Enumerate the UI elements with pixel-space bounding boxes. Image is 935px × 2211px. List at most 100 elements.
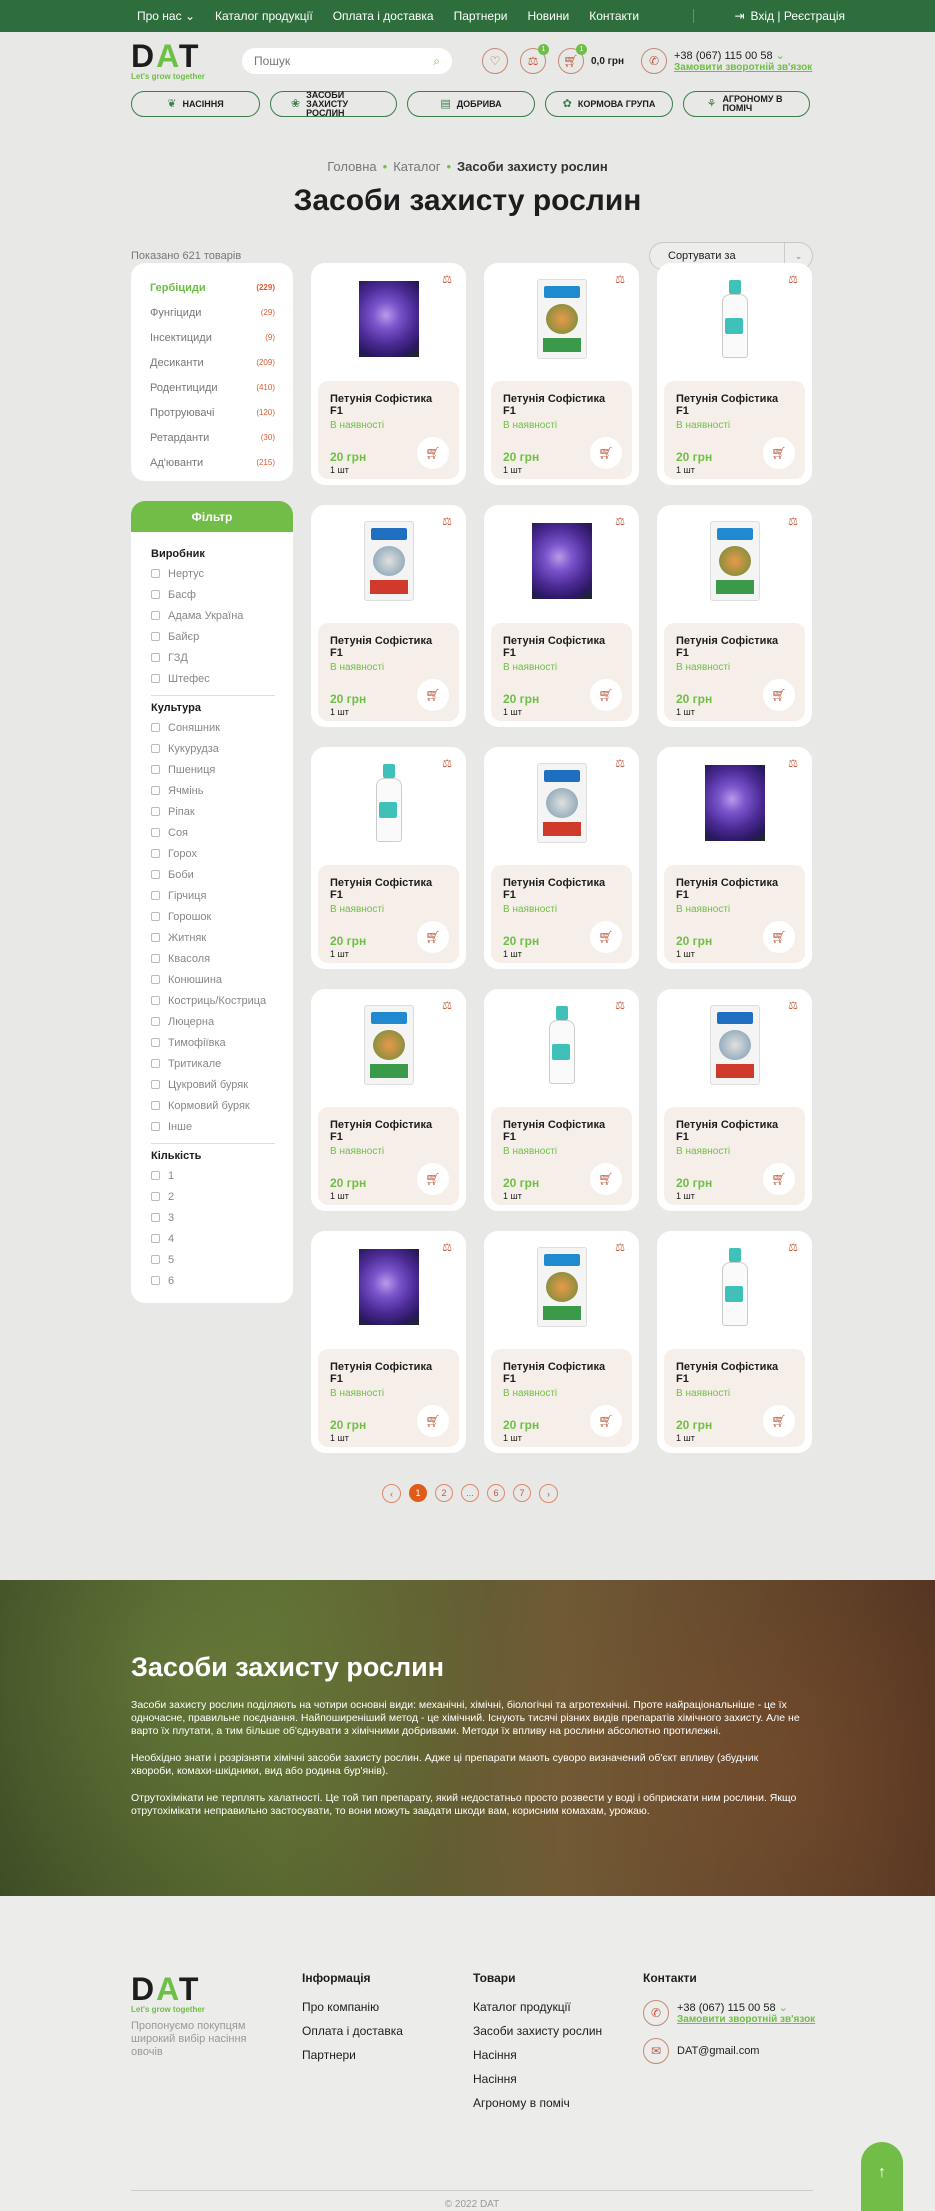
- sidebar-category-item[interactable]: Родентициди (410): [150, 375, 275, 400]
- page-button[interactable]: 7: [513, 1484, 531, 1502]
- checkbox[interactable]: [151, 674, 160, 683]
- product-name[interactable]: Петунія Софістика F1: [676, 393, 793, 417]
- checkbox[interactable]: [151, 1101, 160, 1110]
- filter-option[interactable]: Кукурудза: [151, 738, 275, 759]
- footer-link[interactable]: Партнери: [302, 2048, 403, 2062]
- checkbox[interactable]: [151, 870, 160, 879]
- compare-icon[interactable]: ⚖: [442, 515, 452, 528]
- compare-icon[interactable]: ⚖: [615, 273, 625, 286]
- filter-option[interactable]: 2: [151, 1186, 275, 1207]
- favorites-button[interactable]: ♡: [482, 48, 508, 74]
- checkbox[interactable]: [151, 807, 160, 816]
- page-button[interactable]: ...: [461, 1484, 479, 1502]
- product-card[interactable]: ⚖ Петунія Софістика F1 В наявності 20 грн 1 …: [311, 989, 466, 1211]
- add-to-cart-button[interactable]: 🛒︎: [417, 921, 449, 953]
- checkbox[interactable]: [151, 1059, 160, 1068]
- product-image[interactable]: [356, 521, 421, 601]
- page-button[interactable]: 1: [409, 1484, 427, 1502]
- product-name[interactable]: Петунія Софістика F1: [503, 1361, 620, 1385]
- footer-link[interactable]: Каталог продукції: [473, 2000, 602, 2014]
- next-page-button[interactable]: ›: [539, 1484, 558, 1503]
- add-to-cart-button[interactable]: 🛒︎: [590, 437, 622, 469]
- product-card[interactable]: ⚖ Петунія Софістика F1 В наявності 20 грн 1 …: [311, 1231, 466, 1453]
- page-button[interactable]: 6: [487, 1484, 505, 1502]
- checkbox[interactable]: [151, 765, 160, 774]
- checkbox[interactable]: [151, 653, 160, 662]
- product-image[interactable]: [702, 763, 767, 843]
- checkbox[interactable]: [151, 1038, 160, 1047]
- category-feed[interactable]: ✿ Кормова група: [545, 91, 673, 117]
- filter-option[interactable]: Конюшина: [151, 969, 275, 990]
- checkbox[interactable]: [151, 996, 160, 1005]
- product-image[interactable]: [356, 1005, 421, 1085]
- product-card[interactable]: ⚖ Петунія Софістика F1 В наявності 20 грн 1 …: [657, 1231, 812, 1453]
- filter-option[interactable]: Житняк: [151, 927, 275, 948]
- checkbox[interactable]: [151, 1234, 160, 1243]
- product-card[interactable]: ⚖ Петунія Софістика F1 В наявності 20 грн 1 …: [311, 505, 466, 727]
- checkbox[interactable]: [151, 744, 160, 753]
- filter-option[interactable]: Пшениця: [151, 759, 275, 780]
- product-name[interactable]: Петунія Софістика F1: [676, 635, 793, 659]
- sidebar-category-item[interactable]: Фунгіциди (29): [150, 300, 275, 325]
- filter-option[interactable]: Штефес: [151, 668, 275, 689]
- category-agronomist[interactable]: ⚘ Агроному в поміч: [683, 91, 810, 117]
- checkbox[interactable]: [151, 1171, 160, 1180]
- product-image[interactable]: [529, 1005, 594, 1085]
- checkbox[interactable]: [151, 912, 160, 921]
- footer-phone-number[interactable]: +38 (067) 115 00 58 ⌄: [677, 2001, 815, 2014]
- checkbox[interactable]: [151, 1213, 160, 1222]
- product-card[interactable]: ⚖ Петунія Софістика F1 В наявності 20 грн 1 …: [657, 989, 812, 1211]
- filter-option[interactable]: Люцерна: [151, 1011, 275, 1032]
- checkbox[interactable]: [151, 590, 160, 599]
- add-to-cart-button[interactable]: 🛒︎: [590, 1405, 622, 1437]
- filter-option[interactable]: Соя: [151, 822, 275, 843]
- filter-option[interactable]: Інше: [151, 1116, 275, 1137]
- product-name[interactable]: Петунія Софістика F1: [503, 393, 620, 417]
- footer-logo[interactable]: DAT Let's grow together: [131, 1973, 226, 2014]
- sidebar-category-item[interactable]: Інсектициди (9): [150, 325, 275, 350]
- filter-option[interactable]: Байєр: [151, 626, 275, 647]
- logo[interactable]: DAT Let's grow together: [131, 40, 226, 81]
- category-fertilizers[interactable]: ▤ Добрива: [407, 91, 535, 117]
- compare-icon[interactable]: ⚖: [615, 515, 625, 528]
- prev-page-button[interactable]: ‹: [382, 1484, 401, 1503]
- filter-option[interactable]: Костриць/Кострица: [151, 990, 275, 1011]
- product-card[interactable]: ⚖ Петунія Софістика F1 В наявності 20 грн 1 …: [484, 505, 639, 727]
- product-image[interactable]: [702, 1005, 767, 1085]
- product-name[interactable]: Петунія Софістика F1: [330, 635, 447, 659]
- product-name[interactable]: Петунія Софістика F1: [503, 1119, 620, 1143]
- filter-option[interactable]: 6: [151, 1270, 275, 1291]
- login-link[interactable]: ⇥ Вхід | Реєстрація: [693, 9, 845, 23]
- product-name[interactable]: Петунія Софістика F1: [330, 1119, 447, 1143]
- product-name[interactable]: Петунія Софістика F1: [503, 877, 620, 901]
- product-image[interactable]: [356, 1247, 421, 1327]
- checkbox[interactable]: [151, 828, 160, 837]
- product-image[interactable]: [529, 1247, 594, 1327]
- compare-icon[interactable]: ⚖: [442, 999, 452, 1012]
- nav-payment[interactable]: Оплата і доставка: [333, 9, 434, 23]
- product-image[interactable]: [702, 521, 767, 601]
- checkbox[interactable]: [151, 632, 160, 641]
- product-card[interactable]: ⚖ Петунія Софістика F1 В наявності 20 грн 1 …: [484, 747, 639, 969]
- checkbox[interactable]: [151, 723, 160, 732]
- compare-icon[interactable]: ⚖: [615, 999, 625, 1012]
- compare-icon[interactable]: ⚖: [788, 273, 798, 286]
- product-name[interactable]: Петунія Софістика F1: [676, 1119, 793, 1143]
- filter-option[interactable]: Горошок: [151, 906, 275, 927]
- product-image[interactable]: [702, 1247, 767, 1327]
- breadcrumb-catalog[interactable]: Каталог: [393, 159, 440, 174]
- breadcrumb-home[interactable]: Головна: [327, 159, 376, 174]
- filter-option[interactable]: Тимофіївка: [151, 1032, 275, 1053]
- filter-option[interactable]: Ячмінь: [151, 780, 275, 801]
- checkbox[interactable]: [151, 786, 160, 795]
- filter-option[interactable]: Гірчиця: [151, 885, 275, 906]
- footer-link[interactable]: Про компанію: [302, 2000, 403, 2014]
- search-input[interactable]: Пошук ⌕: [242, 48, 452, 74]
- checkbox[interactable]: [151, 975, 160, 984]
- compare-icon[interactable]: ⚖: [788, 757, 798, 770]
- filter-option[interactable]: Ріпак: [151, 801, 275, 822]
- checkbox[interactable]: [151, 1080, 160, 1089]
- product-image[interactable]: [702, 279, 767, 359]
- nav-catalog[interactable]: Каталог продукції: [215, 9, 313, 23]
- nav-partners[interactable]: Партнери: [454, 9, 508, 23]
